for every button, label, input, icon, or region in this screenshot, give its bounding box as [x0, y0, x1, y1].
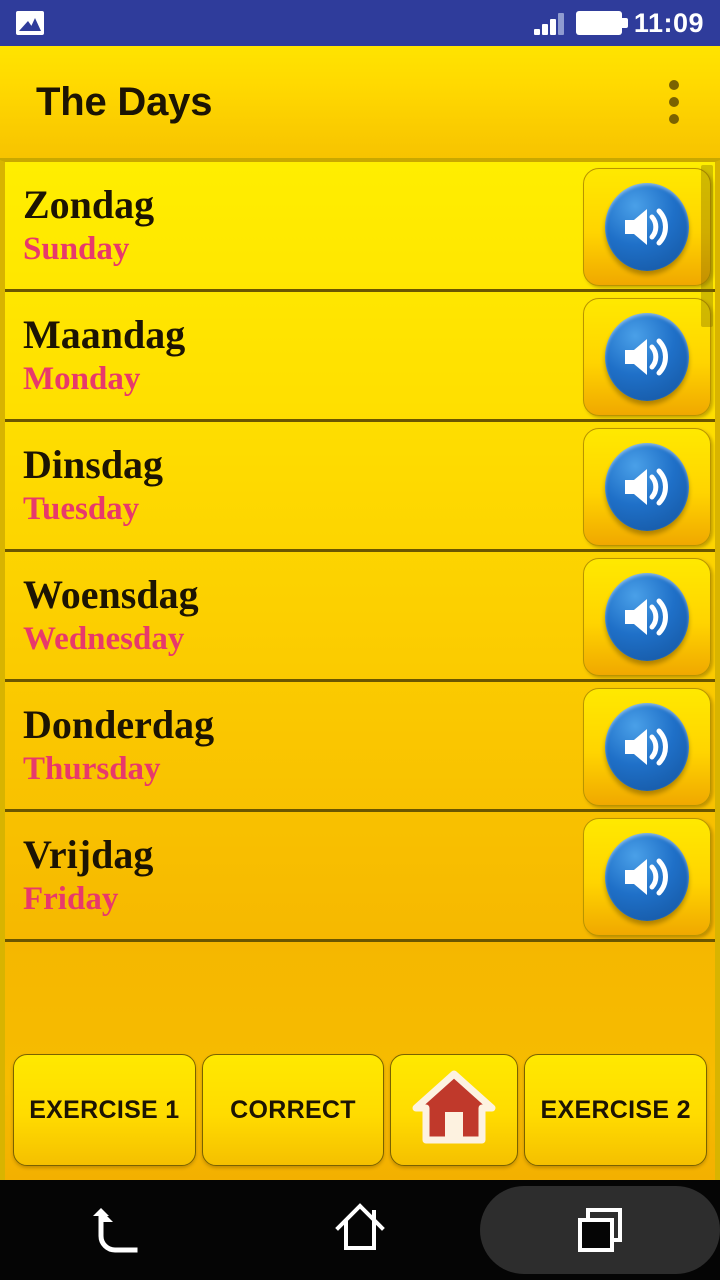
list-item[interactable]: Donderdag Thursday [5, 682, 715, 812]
speaker-icon [605, 703, 689, 791]
speaker-button[interactable] [583, 688, 711, 806]
app-title-bar: The Days [0, 46, 720, 160]
speaker-icon [605, 183, 689, 271]
photo-icon [16, 11, 44, 35]
speaker-button[interactable] [583, 298, 711, 416]
menu-dot [669, 97, 679, 107]
speaker-icon [605, 833, 689, 921]
list-item-texts: Donderdag Thursday [23, 704, 214, 787]
home-outline-icon [332, 1200, 388, 1261]
speaker-icon [605, 573, 689, 661]
status-bar-left [16, 11, 44, 35]
word-native: Vrijdag [23, 832, 154, 878]
list-item-texts: Vrijdag Friday [23, 834, 153, 917]
correct-label: CORRECT [230, 1095, 356, 1124]
home-button[interactable] [390, 1054, 519, 1166]
word-translation: Monday [23, 361, 141, 398]
status-bar: 11:09 [0, 0, 720, 46]
list-item[interactable]: Zondag Sunday [5, 162, 715, 292]
exercise-2-button[interactable]: EXERCISE 2 [524, 1054, 708, 1166]
android-nav-bar [0, 1180, 720, 1280]
signal-bars-icon [533, 11, 564, 35]
word-native: Zondag [23, 182, 155, 228]
recents-squares-icon [572, 1200, 628, 1261]
word-translation: Friday [23, 881, 119, 918]
battery-full-icon [575, 11, 628, 35]
menu-dot [669, 80, 679, 90]
word-native: Donderdag [23, 702, 215, 748]
speaker-icon [605, 313, 689, 401]
word-translation: Thursday [23, 751, 161, 788]
list-item-texts: Dinsdag Tuesday [23, 444, 163, 527]
word-native: Maandag [23, 312, 186, 358]
list-item-texts: Zondag Sunday [23, 184, 154, 267]
exercise-2-label: EXERCISE 2 [540, 1095, 691, 1124]
overflow-menu-icon[interactable] [652, 72, 696, 132]
word-native: Woensdag [23, 572, 199, 618]
speaker-button[interactable] [583, 428, 711, 546]
nav-back-button[interactable] [0, 1180, 240, 1280]
day-list[interactable]: Zondag Sunday Maandag Monday Dinsdag Tue… [0, 160, 720, 942]
list-item[interactable]: Dinsdag Tuesday [5, 422, 715, 552]
word-translation: Tuesday [23, 491, 140, 528]
menu-dot [669, 114, 679, 124]
speaker-button[interactable] [583, 818, 711, 936]
page-title: The Days [36, 79, 213, 124]
word-translation: Wednesday [23, 621, 185, 658]
house-icon [411, 1068, 497, 1153]
speaker-icon [605, 443, 689, 531]
list-item[interactable]: Maandag Monday [5, 292, 715, 422]
list-item[interactable]: Woensdag Wednesday [5, 552, 715, 682]
list-item-texts: Woensdag Wednesday [23, 574, 199, 657]
word-translation: Sunday [23, 231, 130, 268]
list-item[interactable]: Vrijdag Friday [5, 812, 715, 942]
word-native: Dinsdag [23, 442, 164, 488]
bottom-action-bar: EXERCISE 1 CORRECT EXERCISE 2 [0, 942, 720, 1180]
speaker-button[interactable] [583, 558, 711, 676]
correct-button[interactable]: CORRECT [201, 1054, 385, 1166]
speaker-button[interactable] [583, 168, 711, 286]
status-bar-right: 11:09 [533, 7, 704, 39]
back-arrow-icon [91, 1200, 149, 1261]
status-bar-time: 11:09 [633, 7, 704, 38]
nav-recents-button[interactable] [480, 1180, 720, 1280]
list-item-texts: Maandag Monday [23, 314, 185, 397]
nav-home-button[interactable] [240, 1180, 480, 1280]
exercise-1-button[interactable]: EXERCISE 1 [13, 1054, 196, 1166]
list-scrollbar[interactable] [701, 165, 713, 327]
exercise-1-label: EXERCISE 1 [29, 1095, 180, 1124]
